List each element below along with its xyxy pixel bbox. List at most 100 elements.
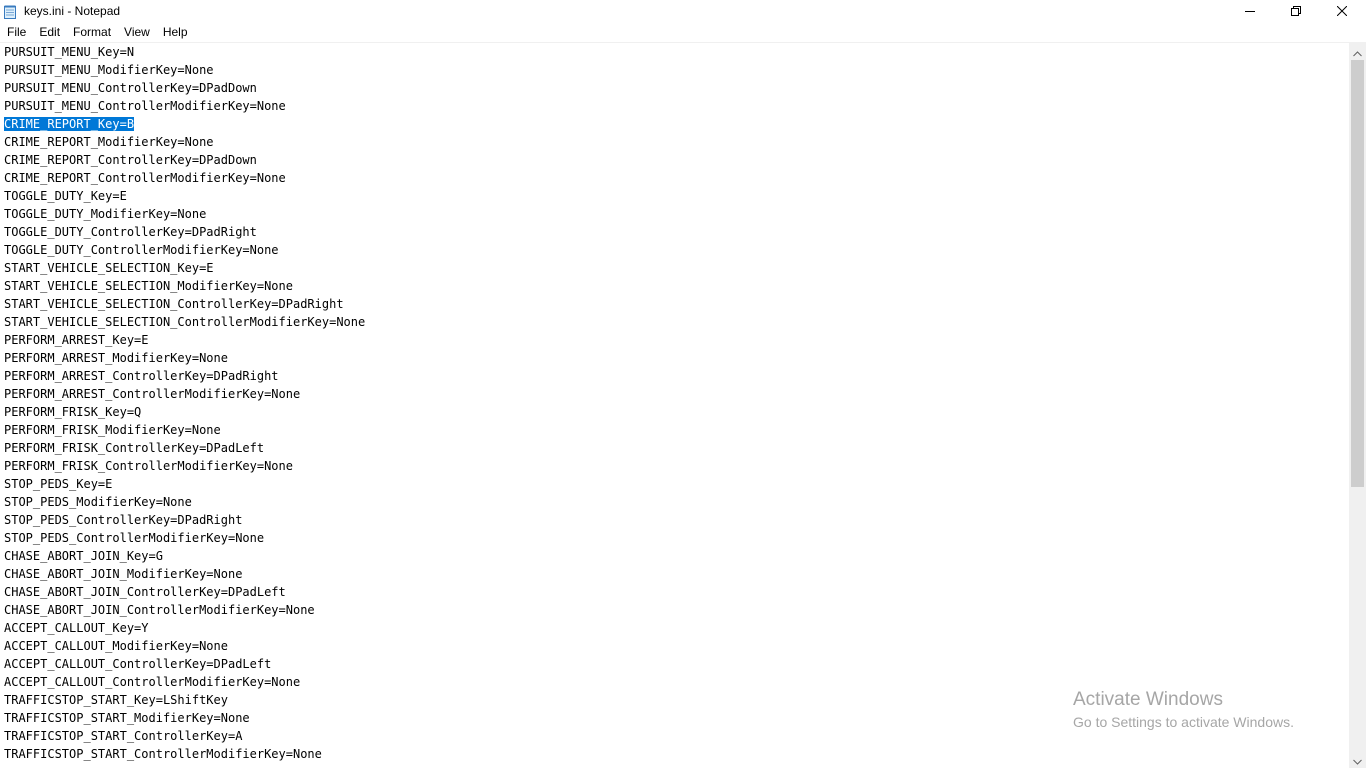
menu-bar: File Edit Format View Help (0, 22, 1366, 42)
scroll-thumb[interactable] (1351, 60, 1364, 487)
text-line[interactable]: TRAFFICSTOP_START_ControllerModifierKey=… (4, 745, 365, 763)
text-line[interactable]: TRAFFICSTOP_START_ModifierKey=None (4, 709, 365, 727)
line-text: CRIME_REPORT_ControllerKey=DPadDown (4, 153, 257, 167)
notepad-window: keys.ini - Notepad File Edit Format View… (0, 0, 1366, 768)
scroll-down-arrow-icon (1353, 750, 1362, 768)
line-text: TRAFFICSTOP_START_ControllerKey=A (4, 729, 243, 743)
line-text: PERFORM_ARREST_Key=E (4, 333, 149, 347)
line-text: TOGGLE_DUTY_ControllerKey=DPadRight (4, 225, 257, 239)
text-line[interactable]: PURSUIT_MENU_ControllerKey=DPadDown (4, 79, 365, 97)
line-text: START_VEHICLE_SELECTION_ControllerModifi… (4, 315, 366, 329)
line-text: START_VEHICLE_SELECTION_Key=E (4, 261, 214, 275)
line-text: CHASE_ABORT_JOIN_Key=G (4, 549, 163, 563)
line-text: PURSUIT_MENU_ControllerModifierKey=None (4, 99, 286, 113)
line-text: ACCEPT_CALLOUT_ControllerModifierKey=Non… (4, 675, 301, 689)
line-text: CHASE_ABORT_JOIN_ControllerModifierKey=N… (4, 603, 315, 617)
restore-button[interactable] (1273, 0, 1319, 22)
line-text: STOP_PEDS_ControllerKey=DPadRight (4, 513, 243, 527)
line-text: PERFORM_ARREST_ModifierKey=None (4, 351, 228, 365)
text-line[interactable]: TRAFFICSTOP_START_ControllerKey=A (4, 727, 365, 745)
line-text: STOP_PEDS_Key=E (4, 477, 113, 491)
line-text: START_VEHICLE_SELECTION_ControllerKey=DP… (4, 297, 344, 311)
text-line[interactable]: START_VEHICLE_SELECTION_ControllerKey=DP… (4, 295, 365, 313)
text-line[interactable]: STOP_PEDS_Key=E (4, 475, 365, 493)
text-line[interactable]: ACCEPT_CALLOUT_ModifierKey=None (4, 637, 365, 655)
line-text: CRIME_REPORT_ModifierKey=None (4, 135, 214, 149)
text-line[interactable]: CHASE_ABORT_JOIN_ModifierKey=None (4, 565, 365, 583)
selected-text: CRIME_REPORT_Key=B (4, 117, 135, 131)
line-text: CHASE_ABORT_JOIN_ModifierKey=None (4, 567, 243, 581)
line-text: PURSUIT_MENU_ModifierKey=None (4, 63, 214, 77)
title-bar[interactable]: keys.ini - Notepad (0, 0, 1366, 22)
text-line[interactable]: PERFORM_FRISK_ControllerKey=DPadLeft (4, 439, 365, 457)
text-line[interactable]: START_VEHICLE_SELECTION_ControllerModifi… (4, 313, 365, 331)
line-text: STOP_PEDS_ControllerModifierKey=None (4, 531, 265, 545)
text-line[interactable]: CRIME_REPORT_ModifierKey=None (4, 133, 365, 151)
text-line[interactable]: PERFORM_ARREST_ControllerKey=DPadRight (4, 367, 365, 385)
notepad-icon (4, 4, 16, 19)
minimize-icon (1245, 6, 1255, 16)
line-text: PERFORM_ARREST_ControllerKey=DPadRight (4, 369, 279, 383)
line-text: PERFORM_FRISK_ModifierKey=None (4, 423, 221, 437)
text-line[interactable]: PERFORM_ARREST_Key=E (4, 331, 365, 349)
text-line[interactable]: ACCEPT_CALLOUT_ControllerModifierKey=Non… (4, 673, 365, 691)
text-line[interactable]: STOP_PEDS_ControllerKey=DPadRight (4, 511, 365, 529)
line-text: ACCEPT_CALLOUT_ModifierKey=None (4, 639, 228, 653)
text-line[interactable]: START_VEHICLE_SELECTION_Key=E (4, 259, 365, 277)
window-title: keys.ini - Notepad (24, 4, 121, 18)
line-text: PERFORM_ARREST_ControllerModifierKey=Non… (4, 387, 301, 401)
line-text: TOGGLE_DUTY_ControllerModifierKey=None (4, 243, 279, 257)
text-line[interactable]: PERFORM_FRISK_ControllerModifierKey=None (4, 457, 365, 475)
line-text: PERFORM_FRISK_ControllerKey=DPadLeft (4, 441, 265, 455)
restore-icon (1291, 6, 1301, 16)
text-line[interactable]: PERFORM_FRISK_ModifierKey=None (4, 421, 365, 439)
text-line[interactable]: CHASE_ABORT_JOIN_ControllerKey=DPadLeft (4, 583, 365, 601)
line-text: TOGGLE_DUTY_ModifierKey=None (4, 207, 207, 221)
text-line[interactable]: PURSUIT_MENU_ControllerModifierKey=None (4, 97, 365, 115)
text-content[interactable]: PURSUIT_MENU_Key=N PURSUIT_MENU_ModifierK… (4, 43, 365, 763)
text-line[interactable]: PURSUIT_MENU_Key=N (4, 43, 365, 61)
menu-format[interactable]: Format (66, 22, 117, 42)
line-text: ACCEPT_CALLOUT_Key=Y (4, 621, 149, 635)
scroll-down-button[interactable] (1349, 751, 1366, 768)
text-line[interactable]: PERFORM_ARREST_ModifierKey=None (4, 349, 365, 367)
line-text: TOGGLE_DUTY_Key=E (4, 189, 127, 203)
line-text: START_VEHICLE_SELECTION_ModifierKey=None (4, 279, 293, 293)
scroll-up-arrow-icon (1353, 42, 1362, 61)
text-line[interactable]: CRIME_REPORT_ControllerKey=DPadDown (4, 151, 365, 169)
text-line[interactable]: STOP_PEDS_ControllerModifierKey=None (4, 529, 365, 547)
text-line[interactable]: STOP_PEDS_ModifierKey=None (4, 493, 365, 511)
text-editor[interactable]: PURSUIT_MENU_Key=N PURSUIT_MENU_ModifierK… (0, 43, 1349, 768)
text-line[interactable]: TOGGLE_DUTY_ControllerKey=DPadRight (4, 223, 365, 241)
menu-file[interactable]: File (0, 22, 32, 42)
line-text: CHASE_ABORT_JOIN_ControllerKey=DPadLeft (4, 585, 286, 599)
text-line[interactable]: PERFORM_FRISK_Key=Q (4, 403, 365, 421)
line-text: PURSUIT_MENU_ControllerKey=DPadDown (4, 81, 257, 95)
text-line[interactable]: TOGGLE_DUTY_ControllerModifierKey=None (4, 241, 365, 259)
scroll-up-button[interactable] (1349, 43, 1366, 60)
menu-edit[interactable]: Edit (32, 22, 66, 42)
line-text: STOP_PEDS_ModifierKey=None (4, 495, 192, 509)
text-line[interactable]: TOGGLE_DUTY_ModifierKey=None (4, 205, 365, 223)
text-line[interactable]: CRIME_REPORT_Key=B (4, 115, 365, 133)
minimize-button[interactable] (1227, 0, 1273, 22)
line-text: TRAFFICSTOP_START_ModifierKey=None (4, 711, 250, 725)
text-line[interactable]: START_VEHICLE_SELECTION_ModifierKey=None (4, 277, 365, 295)
text-line[interactable]: CHASE_ABORT_JOIN_ControllerModifierKey=N… (4, 601, 365, 619)
menu-view[interactable]: View (117, 22, 156, 42)
text-line[interactable]: TOGGLE_DUTY_Key=E (4, 187, 365, 205)
close-button[interactable] (1319, 0, 1365, 22)
menu-help[interactable]: Help (156, 22, 194, 42)
text-line[interactable]: CRIME_REPORT_ControllerModifierKey=None (4, 169, 365, 187)
text-line[interactable]: ACCEPT_CALLOUT_ControllerKey=DPadLeft (4, 655, 365, 673)
text-line[interactable]: CHASE_ABORT_JOIN_Key=G (4, 547, 365, 565)
vertical-scrollbar[interactable] (1349, 43, 1366, 768)
line-text: PERFORM_FRISK_ControllerModifierKey=None (4, 459, 293, 473)
text-line[interactable]: PURSUIT_MENU_ModifierKey=None (4, 61, 365, 79)
close-icon (1337, 6, 1347, 16)
line-text: TRAFFICSTOP_START_ControllerModifierKey=… (4, 747, 322, 761)
line-text: ACCEPT_CALLOUT_ControllerKey=DPadLeft (4, 657, 272, 671)
text-line[interactable]: TRAFFICSTOP_START_Key=LShiftKey (4, 691, 365, 709)
text-line[interactable]: ACCEPT_CALLOUT_Key=Y (4, 619, 365, 637)
text-line[interactable]: PERFORM_ARREST_ControllerModifierKey=Non… (4, 385, 365, 403)
